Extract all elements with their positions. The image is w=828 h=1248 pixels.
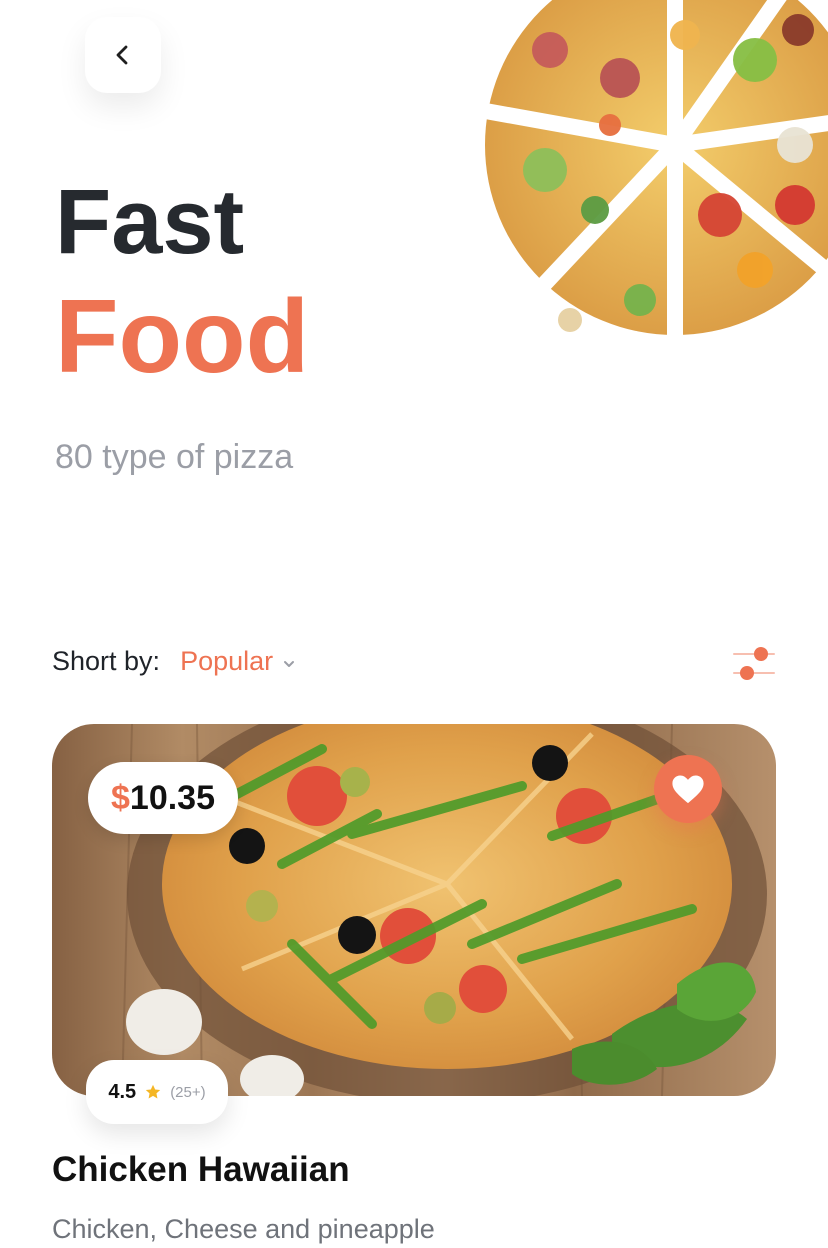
star-icon xyxy=(145,1084,161,1099)
item-description: Chicken, Cheese and pineapple xyxy=(52,1214,435,1244)
sort-row: Short by: Popular xyxy=(52,646,295,677)
price-badge: $ 10.35 xyxy=(88,762,238,834)
price-currency: $ xyxy=(110,778,130,817)
price-amount: 10.35 xyxy=(129,778,215,817)
chevron-left-icon xyxy=(116,45,128,65)
favorite-button[interactable] xyxy=(654,755,722,823)
heart-icon xyxy=(672,775,704,804)
sort-label: Short by: xyxy=(52,646,161,676)
rating-value: 4.5 xyxy=(108,1080,137,1103)
sort-dropdown[interactable]: Popular xyxy=(180,646,273,677)
rating-count: (25+) xyxy=(170,1083,206,1101)
chevron-down-icon[interactable] xyxy=(283,646,295,677)
rating-badge: 4.5 (25+) xyxy=(86,1060,228,1124)
item-title[interactable]: Chicken Hawaiian xyxy=(52,1150,350,1190)
page-title-line2: Food xyxy=(55,279,310,395)
hero-pizza-image xyxy=(472,0,828,458)
back-button[interactable] xyxy=(85,17,161,93)
sliders-icon[interactable] xyxy=(732,642,776,686)
page-subtitle: 80 type of pizza xyxy=(55,438,294,476)
page-title-line1: Fast xyxy=(55,171,245,273)
